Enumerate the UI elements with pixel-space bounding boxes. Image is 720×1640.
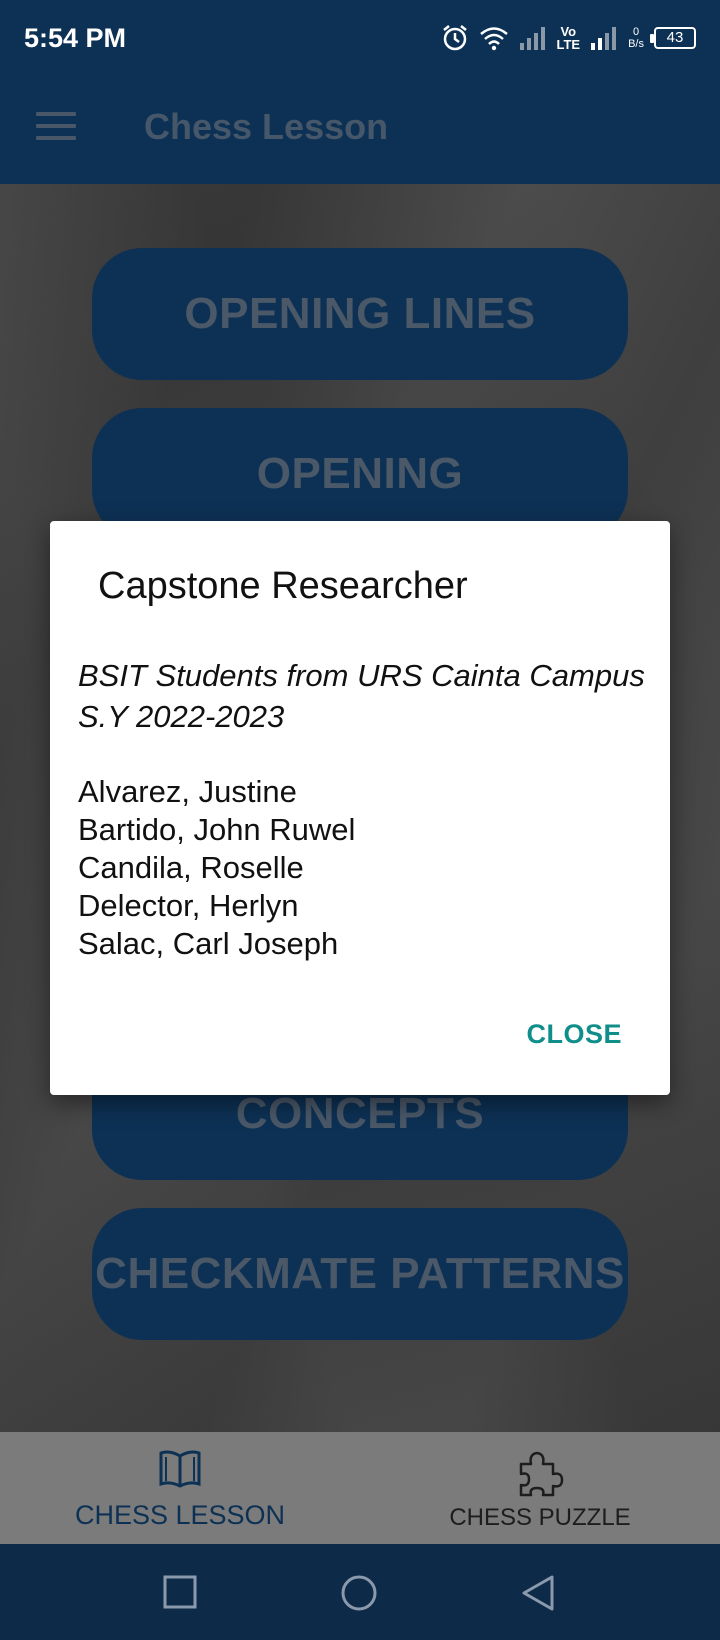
dialog-subtitle-line2: S.Y 2022-2023 <box>78 699 285 734</box>
speed-unit: B/s <box>628 38 644 50</box>
book-icon <box>159 1450 201 1488</box>
nav-label-chess-puzzle: CHESS PUZZLE <box>449 1504 631 1531</box>
alarm-icon <box>442 25 467 51</box>
system-navigation <box>0 1544 720 1640</box>
status-bar: 5:54 PM Vo LTE 0 B/s 43 <box>0 0 720 76</box>
signal-icon-2 <box>591 27 617 50</box>
nav-chess-lesson[interactable]: CHESS LESSON <box>0 1432 360 1544</box>
dialog-title: Capstone Researcher <box>98 565 468 607</box>
status-icons: Vo LTE 0 B/s 43 <box>441 24 696 52</box>
home-icon[interactable] <box>340 1574 378 1612</box>
dialog-subtitle-line1: BSIT Students from URS Cainta Campus <box>78 658 645 693</box>
bottom-navigation: CHESS LESSON CHESS PUZZLE <box>0 1432 720 1544</box>
researcher-name: Salac, Carl Joseph <box>78 926 339 961</box>
hamburger-menu-icon[interactable] <box>36 112 76 146</box>
nav-label-chess-lesson: CHESS LESSON <box>74 1500 286 1530</box>
dialog-body: BSIT Students from URS Cainta Campus S.Y… <box>78 655 658 963</box>
back-icon[interactable] <box>520 1574 556 1612</box>
checkmate-patterns-button[interactable]: CHECKMATE PATTERNS <box>92 1208 628 1340</box>
recent-apps-icon[interactable] <box>162 1574 198 1610</box>
close-button[interactable]: CLOSE <box>526 1019 622 1050</box>
battery-icon: 43 <box>650 27 696 49</box>
wifi-icon <box>479 27 508 51</box>
network-speed: 0 B/s <box>628 26 644 50</box>
researcher-name: Candila, Roselle <box>78 850 304 885</box>
researcher-name: Delector, Herlyn <box>78 888 299 923</box>
status-time: 5:54 PM <box>24 22 127 53</box>
puzzle-icon <box>519 1451 564 1497</box>
volte-bottom: LTE <box>556 37 581 52</box>
app-title: Chess Lesson <box>144 106 389 147</box>
nav-chess-puzzle[interactable]: CHESS PUZZLE <box>360 1432 720 1544</box>
researcher-list: Alvarez, Justine Bartido, John Ruwel Can… <box>78 773 658 963</box>
opening-lines-button[interactable]: OPENING LINES <box>92 248 628 380</box>
researcher-name: Bartido, John Ruwel <box>78 812 356 847</box>
volte-indicator: Vo LTE <box>557 25 581 51</box>
researcher-name: Alvarez, Justine <box>78 774 297 809</box>
speed-value: 0 <box>632 26 640 38</box>
signal-icon-1 <box>519 27 545 50</box>
researcher-dialog: Capstone Researcher BSIT Students from U… <box>50 521 670 1095</box>
app-bar: Chess Lesson <box>0 76 720 184</box>
